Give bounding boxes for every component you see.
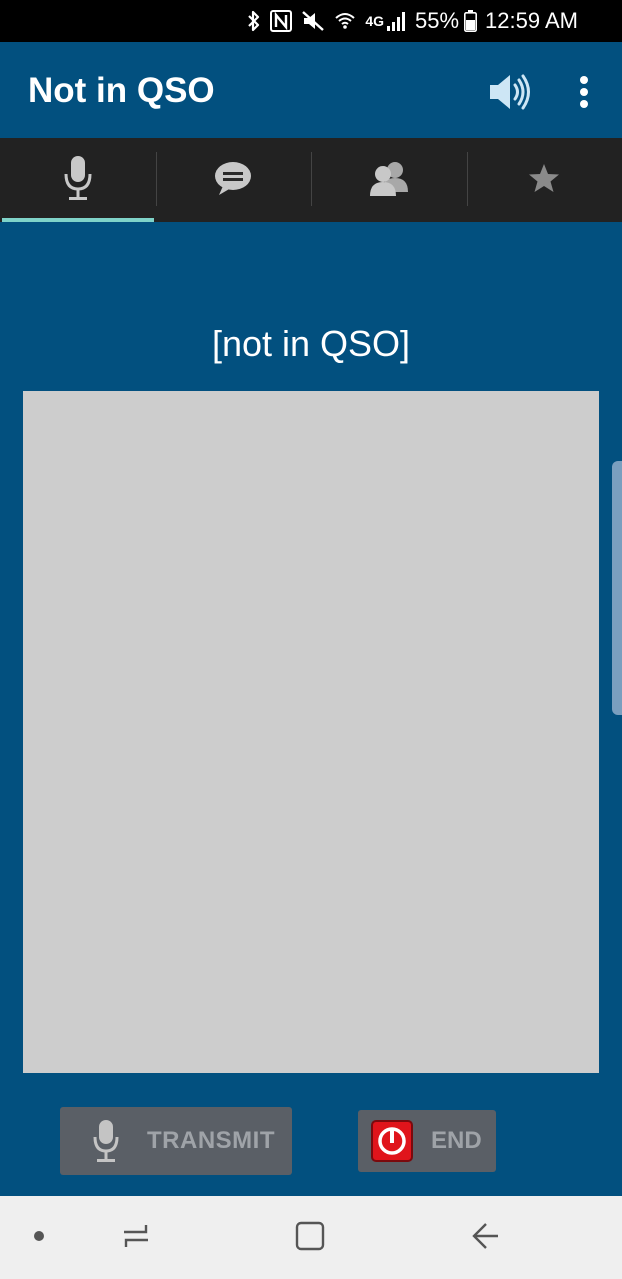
wifi-icon: [334, 9, 356, 33]
nav-dot-button[interactable]: [15, 1214, 63, 1262]
tab-favorites[interactable]: [466, 138, 622, 222]
status-bar: 4G 55% 12:59 AM: [0, 0, 622, 42]
end-button[interactable]: END: [358, 1110, 496, 1172]
home-button[interactable]: [286, 1214, 334, 1262]
app-bar: Not in QSO: [0, 42, 622, 138]
overflow-menu-button[interactable]: [570, 72, 598, 112]
network-label: 4G: [365, 13, 384, 29]
mute-icon: [301, 9, 325, 33]
side-drawer-handle[interactable]: [612, 461, 622, 715]
microphone-icon: [63, 154, 93, 207]
tab-bar: [0, 138, 622, 222]
page-title: Not in QSO: [28, 71, 215, 110]
transmit-label: TRANSMIT: [147, 1127, 275, 1154]
speaker-icon: [486, 74, 534, 118]
nfc-icon: [270, 9, 293, 33]
tab-stations[interactable]: [311, 138, 467, 222]
station-info-panel: [23, 391, 599, 1073]
tab-transmit[interactable]: [0, 138, 156, 222]
overflow-menu-icon: [570, 76, 598, 116]
battery-percent: 55%: [415, 8, 460, 33]
chat-bubble-icon: [213, 160, 253, 201]
4g-lte-icon: 4G: [365, 9, 384, 33]
back-icon: [468, 1220, 500, 1257]
recents-button[interactable]: [112, 1214, 160, 1262]
star-icon: [528, 163, 560, 198]
qso-status-text: [not in QSO]: [211, 323, 411, 364]
transmit-button[interactable]: TRANSMIT: [60, 1107, 292, 1175]
clock: 12:59 AM: [485, 8, 578, 33]
main-content: [not in QSO] TRANSMIT END: [0, 222, 622, 1196]
battery-icon: [464, 9, 478, 33]
speaker-button[interactable]: [486, 70, 534, 114]
home-icon: [294, 1220, 326, 1257]
system-nav-bar: [0, 1196, 622, 1279]
power-icon: [371, 1120, 413, 1162]
people-icon: [368, 160, 410, 201]
tab-chat[interactable]: [155, 138, 312, 222]
recents-icon: [120, 1222, 152, 1255]
end-label: END: [431, 1127, 482, 1154]
bluetooth-icon: [247, 9, 261, 33]
microphone-icon: [86, 1116, 126, 1166]
back-button[interactable]: [460, 1214, 508, 1262]
signal-icon: [386, 9, 406, 33]
home-dot-icon: [33, 1229, 45, 1247]
